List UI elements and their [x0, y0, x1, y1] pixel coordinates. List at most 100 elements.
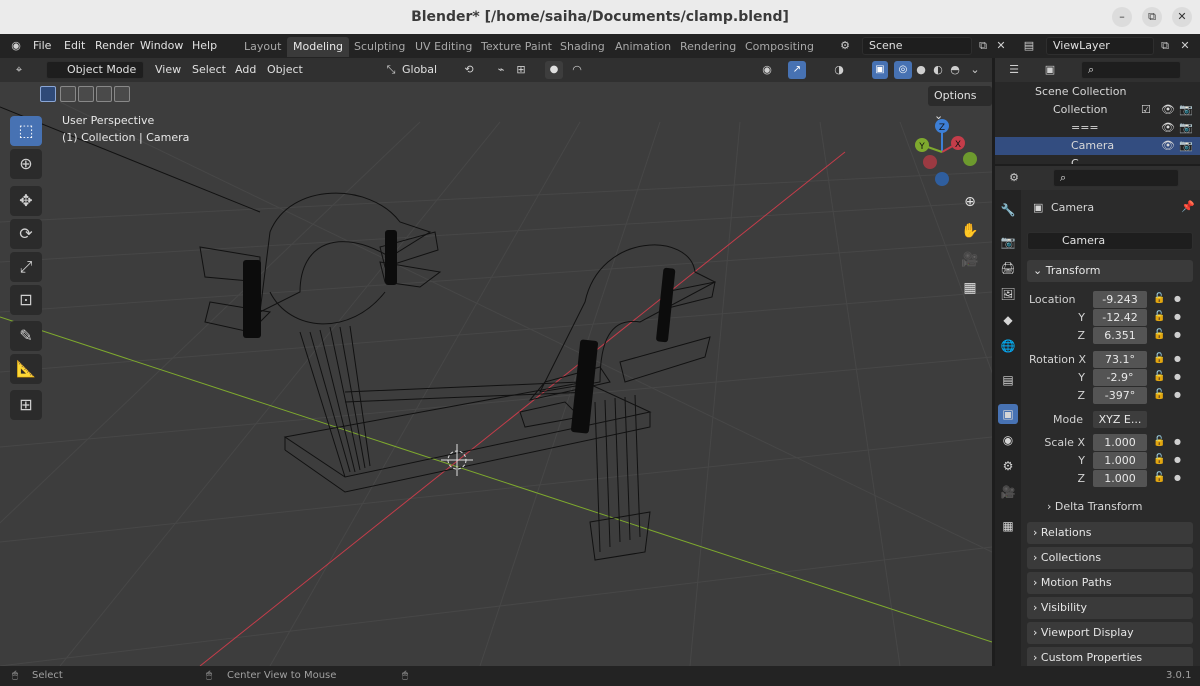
blender-logo-icon[interactable]: ◉ — [7, 37, 25, 55]
delete-scene-icon[interactable]: ✕ — [992, 37, 1010, 55]
lock-icon[interactable]: 🔓 — [1153, 353, 1165, 364]
object-data-tab-icon[interactable]: 🎥 — [998, 482, 1018, 502]
tool-tab-icon[interactable]: 🔧 — [998, 200, 1018, 220]
outliner-item-camera[interactable]: Camera 👁 📷 — [995, 137, 1200, 155]
snap-target-icon[interactable]: ⊞ — [512, 61, 530, 79]
properties-search-input[interactable]: ⌕ — [1053, 169, 1179, 187]
texture-tab-icon[interactable]: ▦ — [998, 516, 1018, 536]
xray-icon[interactable]: ▣ — [872, 61, 888, 79]
transform-orientation[interactable]: Global — [402, 63, 437, 76]
render-camera-icon[interactable]: 📷 — [1179, 101, 1193, 119]
transform-panel-header[interactable]: ⌄ Transform — [1027, 260, 1193, 282]
options-dropdown[interactable]: Options ⌄ — [928, 86, 992, 122]
keyframe-dot-icon[interactable]: ● — [1174, 354, 1181, 363]
lock-icon[interactable]: 🔓 — [1153, 472, 1165, 483]
location-x-field[interactable]: -9.243 — [1093, 291, 1147, 308]
menu-object[interactable]: Object — [267, 63, 303, 76]
scene-tab-icon[interactable]: ◆ — [998, 310, 1018, 330]
motion-paths-panel[interactable]: › Motion Paths — [1027, 572, 1193, 594]
eye-icon[interactable]: 👁 — [1161, 137, 1175, 155]
tab-animation[interactable]: Animation — [609, 37, 677, 57]
tab-uv-editing[interactable]: UV Editing — [409, 37, 478, 57]
select-intersect-icon[interactable] — [114, 86, 130, 102]
snap-icon[interactable]: ⌁ — [492, 61, 510, 79]
add-cube-tool-icon[interactable]: ⊞ — [10, 390, 42, 420]
minimize-button[interactable]: – — [1112, 7, 1132, 27]
solid-shading-icon[interactable]: ● — [912, 61, 930, 79]
outliner-item-collection[interactable]: Collection ☑ 👁 📷 — [995, 101, 1200, 119]
new-view-layer-icon[interactable]: ⧉ — [1156, 37, 1174, 55]
annotate-tool-icon[interactable]: ✎ — [10, 321, 42, 351]
scene-icon[interactable]: ⚙ — [836, 37, 854, 55]
location-y-field[interactable]: -12.42 — [1093, 309, 1147, 326]
scene-field[interactable]: Scene — [862, 37, 972, 55]
output-tab-icon[interactable]: 🖨 — [998, 258, 1018, 278]
keyframe-dot-icon[interactable]: ● — [1174, 473, 1181, 482]
visibility-icon[interactable]: ◉ — [758, 61, 776, 79]
keyframe-dot-icon[interactable]: ● — [1174, 294, 1181, 303]
transform-tool-icon[interactable]: ⊡ — [10, 285, 42, 315]
tab-compositing[interactable]: Compositing — [739, 37, 820, 57]
eye-icon[interactable]: 👁 — [1161, 119, 1175, 137]
tab-modeling[interactable]: Modeling — [287, 37, 350, 57]
keyframe-dot-icon[interactable]: ● — [1174, 455, 1181, 464]
rotate-tool-icon[interactable]: ⟳ — [10, 219, 42, 249]
menu-add[interactable]: Add — [235, 63, 256, 76]
render-camera-icon[interactable]: 📷 — [1179, 119, 1193, 137]
relations-panel[interactable]: › Relations — [1027, 522, 1193, 544]
scale-tool-icon[interactable]: ⤢ — [10, 252, 42, 282]
keyframe-dot-icon[interactable]: ● — [1174, 312, 1181, 321]
camera-view-icon[interactable]: 🎥 — [958, 248, 982, 272]
outliner-item-mesh[interactable]: === 👁 📷 — [995, 119, 1200, 137]
overlay-icon[interactable]: ◑ — [830, 61, 848, 79]
object-tab-icon[interactable]: ▣ — [998, 404, 1018, 424]
menu-view[interactable]: View — [155, 63, 181, 76]
proportional-edit-icon[interactable]: ● — [545, 61, 563, 79]
material-shading-icon[interactable]: ◐ — [929, 61, 947, 79]
custom-properties-panel[interactable]: › Custom Properties — [1027, 647, 1193, 666]
menu-render[interactable]: Render — [95, 39, 134, 52]
delete-view-layer-icon[interactable]: ✕ — [1176, 37, 1194, 55]
outliner-scene-collection[interactable]: Scene Collection — [995, 83, 1200, 101]
outliner-item-partial[interactable]: C... — [995, 155, 1200, 164]
move-tool-icon[interactable]: ✥ — [10, 186, 42, 216]
outliner-editor-icon[interactable]: ☰ — [1005, 61, 1023, 79]
menu-select[interactable]: Select — [192, 63, 226, 76]
collections-panel[interactable]: › Collections — [1027, 547, 1193, 569]
eye-icon[interactable]: 👁 — [1161, 101, 1175, 119]
gizmo-icon[interactable]: ↗ — [788, 61, 806, 79]
keyframe-dot-icon[interactable]: ● — [1174, 330, 1181, 339]
checkbox-icon[interactable]: ☑ — [1141, 101, 1151, 119]
viewport-display-panel[interactable]: › Viewport Display — [1027, 622, 1193, 644]
render-camera-icon[interactable]: 📷 — [1179, 137, 1193, 155]
tab-shading[interactable]: Shading — [554, 37, 611, 57]
view-layer-tab-icon[interactable]: 🖼 — [998, 284, 1018, 304]
tab-rendering[interactable]: Rendering — [674, 37, 742, 57]
collection-tab-icon[interactable]: ▤ — [998, 370, 1018, 390]
scale-z-field[interactable]: 1.000 — [1093, 470, 1147, 487]
tab-texture-paint[interactable]: Texture Paint — [475, 37, 558, 57]
3d-viewport[interactable]: User Perspective (1) Collection | Camera… — [0, 82, 992, 666]
mode-selector[interactable]: Object Mode — [46, 61, 144, 79]
render-tab-icon[interactable]: 📷 — [998, 232, 1018, 252]
new-scene-icon[interactable]: ⧉ — [974, 37, 992, 55]
menu-file[interactable]: File — [33, 39, 51, 52]
tab-layout[interactable]: Layout — [238, 37, 287, 57]
falloff-icon[interactable]: ◠ — [568, 61, 586, 79]
lock-icon[interactable]: 🔓 — [1153, 436, 1165, 447]
maximize-button[interactable]: ⧉ — [1142, 7, 1162, 27]
editor-type-icon[interactable]: ⌖ — [10, 61, 28, 79]
wireframe-shading-icon[interactable]: ◎ — [894, 61, 912, 79]
keyframe-dot-icon[interactable]: ● — [1174, 390, 1181, 399]
select-extend-icon[interactable] — [60, 86, 76, 102]
rotation-z-field[interactable]: -397° — [1093, 387, 1147, 404]
pivot-icon[interactable]: ⟲ — [460, 61, 478, 79]
delta-transform-subpanel[interactable]: › Delta Transform — [1047, 500, 1142, 513]
rotation-x-field[interactable]: 73.1° — [1093, 351, 1147, 368]
lock-icon[interactable]: 🔓 — [1153, 454, 1165, 465]
select-new-icon[interactable] — [40, 86, 56, 102]
lock-icon[interactable]: 🔓 — [1153, 329, 1165, 340]
rendered-shading-icon[interactable]: ◓ — [946, 61, 964, 79]
scale-x-field[interactable]: 1.000 — [1093, 434, 1147, 451]
pan-hand-icon[interactable]: ✋ — [958, 219, 982, 243]
